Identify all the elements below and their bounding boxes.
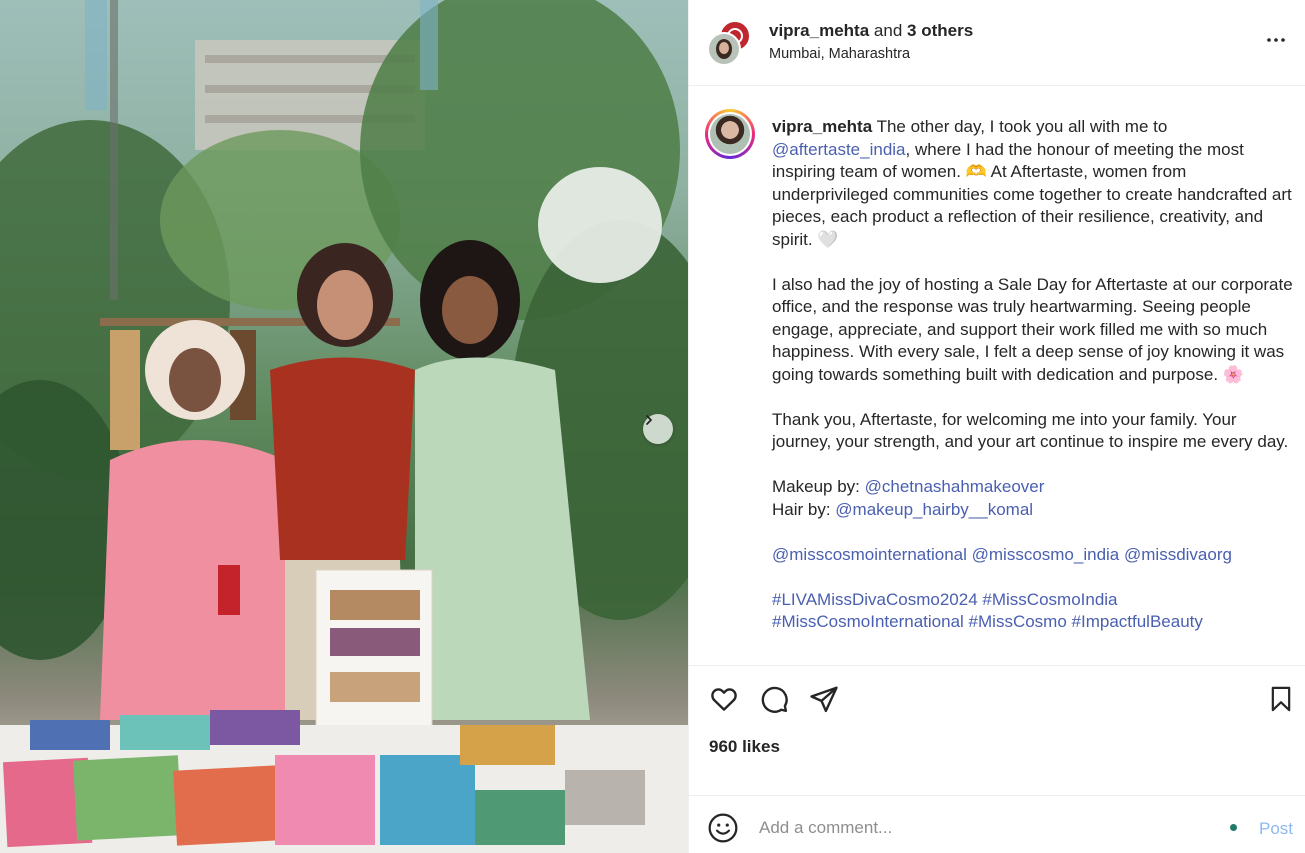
comment-bar: Post (689, 795, 1305, 853)
credit-label: Makeup by: (772, 477, 865, 496)
mention-link[interactable]: @chetnashahmakeover (865, 477, 1045, 496)
mention-link[interactable]: @misscosmointernational (772, 545, 967, 564)
chevron-right-icon (646, 415, 652, 425)
author-username[interactable]: vipra_mehta (769, 21, 869, 40)
likes-count[interactable]: 960 likes (709, 737, 780, 757)
avatar[interactable] (705, 109, 755, 159)
more-options-button[interactable] (1264, 28, 1288, 52)
emoji-button[interactable] (707, 812, 739, 844)
mention-link[interactable]: @aftertaste_india (772, 140, 906, 159)
post-caption: vipra_mehta The other day, I took you al… (772, 116, 1298, 634)
credit-label: Hair by: (772, 499, 836, 519)
save-button[interactable] (1265, 683, 1297, 715)
comment-button[interactable] (758, 683, 790, 715)
mention-link[interactable]: @makeup_hairby__komal (835, 500, 1033, 519)
emoji-icon (708, 813, 738, 843)
hashtag-link[interactable]: #MissCosmo (969, 612, 1067, 631)
caption-paragraph: Thank you, Aftertaste, for welcoming me … (772, 409, 1289, 452)
hashtag-link[interactable]: #MissCosmoInternational (772, 612, 964, 631)
post-authors: vipra_mehta and 3 others (769, 21, 973, 41)
post-actions: 960 likes (689, 665, 1305, 795)
share-button[interactable] (808, 683, 840, 715)
share-icon (810, 686, 838, 713)
comment-icon (761, 686, 788, 713)
mention-link[interactable]: @missdivaorg (1124, 545, 1232, 564)
hashtag-link[interactable]: #MissCosmoIndia (982, 590, 1117, 609)
hashtag-link[interactable]: #LIVAMissDivaCosmo2024 (772, 590, 978, 609)
post-photo (0, 0, 688, 853)
post-header: vipra_mehta and 3 others Mumbai, Maharas… (689, 0, 1305, 86)
profile-photo-icon (716, 39, 732, 59)
and-text: and (873, 21, 903, 40)
bookmark-icon (1271, 686, 1291, 712)
caption-text: The other day, I took you all with me to (872, 117, 1168, 136)
mention-link[interactable]: @misscosmo_india (972, 545, 1120, 564)
others-link[interactable]: 3 others (907, 21, 973, 40)
status-dot (1230, 824, 1237, 831)
post-location[interactable]: Mumbai, Maharashtra (769, 46, 910, 62)
comment-input[interactable] (759, 814, 1199, 842)
more-options-icon (1267, 38, 1285, 42)
like-button[interactable] (708, 683, 740, 715)
collab-avatars[interactable] (707, 20, 751, 66)
caption-scroll-area[interactable]: vipra_mehta The other day, I took you al… (689, 87, 1305, 665)
post-comment-button[interactable]: Post (1259, 819, 1293, 839)
hashtag-link[interactable]: #ImpactfulBeauty (1072, 612, 1203, 631)
caption-username[interactable]: vipra_mehta (772, 117, 872, 136)
photo-illustration (0, 0, 688, 853)
heart-icon (711, 688, 737, 711)
avatar[interactable] (707, 32, 741, 66)
post-details-panel: vipra_mehta and 3 others Mumbai, Maharas… (688, 0, 1305, 853)
next-photo-button[interactable] (643, 414, 673, 444)
caption-paragraph: I also had the joy of hosting a Sale Day… (772, 274, 1293, 384)
